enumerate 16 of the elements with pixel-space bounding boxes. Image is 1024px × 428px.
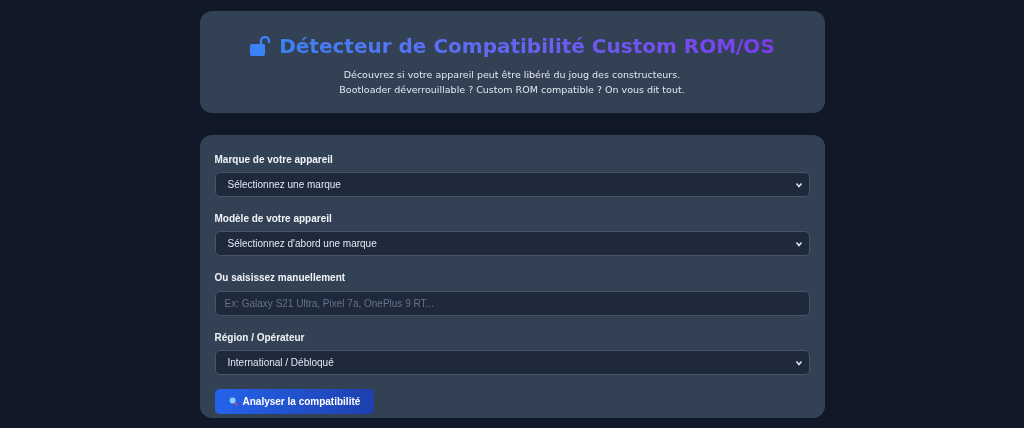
select-field[interactable]: Sélectionnez d'abord une marque (214, 231, 810, 256)
field-label: Modèle de votre appareil (214, 212, 333, 226)
subtitle-text: Bootloader déverrouillable ? Custom ROM compatible ? On vous dit tout. (339, 83, 685, 97)
chevron-down-icon (794, 358, 803, 367)
chevron-down-icon (794, 180, 803, 189)
unlock-icon (249, 35, 272, 57)
search-icon (228, 397, 238, 406)
chevron-down-icon (794, 239, 803, 248)
select-field[interactable]: International / Débloqué (214, 350, 810, 375)
analyze-button[interactable]: Analyser la compatibilité (214, 389, 375, 414)
field-label: Ou saisissez manuellement (214, 271, 347, 285)
input-field[interactable]: Ex: Galaxy S21 Ultra, Pixel 7a, OnePlus 9 RT... (214, 291, 810, 316)
field-label: Région / Opérateur (214, 331, 306, 345)
field-label: Marque de votre appareil (214, 153, 334, 167)
select-field[interactable]: Sélectionnez une marque (214, 172, 810, 197)
subtitle-text: Découvrez si votre appareil peut être libéré du joug des constructeurs. (343, 68, 681, 82)
